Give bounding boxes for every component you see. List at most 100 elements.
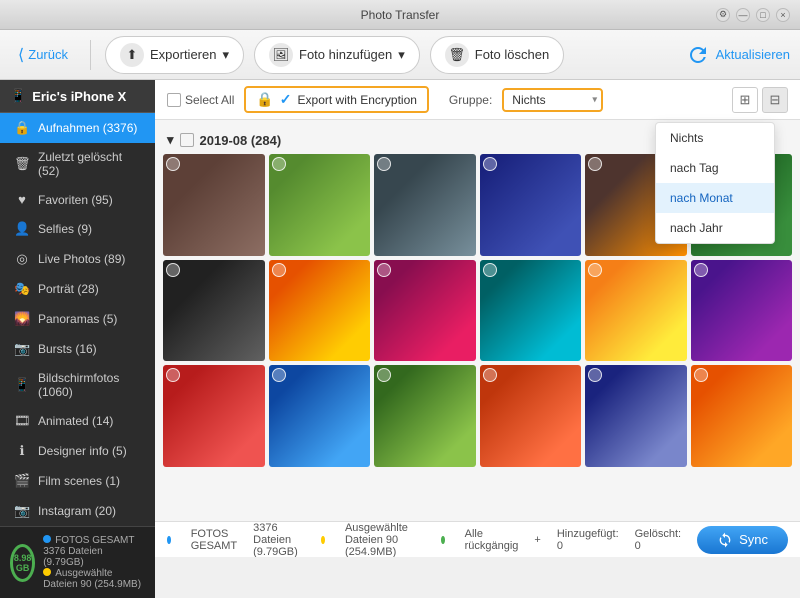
photo-check-14 bbox=[272, 368, 286, 382]
designer-label: Designer info (5) bbox=[38, 444, 127, 458]
sidebar-item-bursts[interactable]: 📷 Bursts (16) bbox=[0, 334, 155, 364]
group-checkbox[interactable] bbox=[180, 133, 194, 147]
content-toolbar: Select All 🔒 ✓ Export with Encryption Gr… bbox=[155, 80, 800, 120]
dateien-label: 3376 Dateien (9.79GB) bbox=[253, 522, 305, 558]
photo-cell-16[interactable] bbox=[480, 365, 582, 467]
checkbox-icon bbox=[167, 93, 181, 107]
photo-cell-9[interactable] bbox=[374, 260, 476, 362]
photo-check-12 bbox=[694, 263, 708, 277]
sidebar-item-portraet[interactable]: 🎭 Porträt (28) bbox=[0, 274, 155, 304]
sync-button[interactable]: Sync bbox=[697, 526, 788, 554]
photo-cell-1[interactable] bbox=[163, 154, 265, 256]
sidebar-item-aufnahmen[interactable]: 🔒 Aufnahmen (3376) bbox=[0, 113, 155, 143]
list-view-button[interactable]: ⊟ bbox=[762, 87, 788, 113]
add-photo-button[interactable]: 🖼 Foto hinzufügen ▾ bbox=[254, 36, 420, 74]
photo-check-18 bbox=[694, 368, 708, 382]
dropdown-option-nichts[interactable]: Nichts bbox=[656, 123, 774, 153]
gruppe-select[interactable]: Nichts nach Tag nach Monat nach Jahr bbox=[502, 88, 603, 112]
back-button[interactable]: ⟨ Zurück bbox=[10, 41, 76, 69]
dropdown-option-nach-monat[interactable]: nach Monat bbox=[656, 183, 774, 213]
sidebar-item-geloescht[interactable]: 🗑 Zuletzt gelöscht (52) bbox=[0, 143, 155, 185]
select-all-checkbox[interactable]: Select All bbox=[167, 93, 234, 107]
ausgewaehlt-status: Ausgewählte Dateien 90 (254.9MB) bbox=[345, 522, 425, 558]
minimize-button[interactable]: — bbox=[736, 8, 750, 22]
gruppe-dropdown: Nichts nach Tag nach Monat nach Jahr bbox=[655, 122, 775, 244]
photo-cell-18[interactable] bbox=[691, 365, 793, 467]
encryption-checkbox[interactable]: 🔒 ✓ Export with Encryption bbox=[244, 86, 429, 113]
delete-photo-label: Foto löschen bbox=[475, 47, 549, 62]
sidebar-item-selfies[interactable]: 👤 Selfies (9) bbox=[0, 214, 155, 244]
photo-cell-15[interactable] bbox=[374, 365, 476, 467]
sidebar-item-bildschirm[interactable]: 📱 Bildschirmfotos (1060) bbox=[0, 364, 155, 406]
free-amount: 8.98 bbox=[14, 553, 32, 563]
photo-cell-8[interactable] bbox=[269, 260, 371, 362]
portraet-icon: 🎭 bbox=[14, 281, 30, 297]
sidebar-item-favoriten[interactable]: ♥ Favoriten (95) bbox=[0, 185, 155, 214]
refresh-label: Aktualisieren bbox=[716, 47, 790, 62]
back-label: Zurück bbox=[28, 47, 68, 62]
gruppe-dropdown-wrapper[interactable]: Nichts nach Tag nach Monat nach Jahr ▾ bbox=[502, 88, 603, 112]
settings-icon[interactable]: ⚙ bbox=[716, 8, 730, 22]
content-area: Select All 🔒 ✓ Export with Encryption Gr… bbox=[155, 80, 800, 557]
photo-cell-2[interactable] bbox=[269, 154, 371, 256]
sidebar-item-instagram[interactable]: 📷 Instagram (20) bbox=[0, 496, 155, 526]
selfies-label: Selfies (9) bbox=[38, 222, 92, 236]
photo-check-13 bbox=[166, 368, 180, 382]
sidebar-item-panoramas[interactable]: 🌄 Panoramas (5) bbox=[0, 304, 155, 334]
alle-rueckgaengig-label: Alle rückgängig bbox=[465, 528, 519, 552]
photo-cell-7[interactable] bbox=[163, 260, 265, 362]
sidebar-item-live[interactable]: ◎ Live Photos (89) bbox=[0, 244, 155, 274]
geloescht-icon: 🗑 bbox=[14, 156, 30, 172]
back-arrow-icon: ⟨ bbox=[18, 45, 24, 65]
delete-photo-button[interactable]: 🗑 Foto löschen bbox=[430, 36, 564, 74]
live-icon: ◎ bbox=[14, 251, 30, 267]
sync-label: Sync bbox=[739, 532, 768, 547]
title-bar: Photo Transfer ⚙ — □ × bbox=[0, 0, 800, 30]
photo-cell-12[interactable] bbox=[691, 260, 793, 362]
sidebar-item-animated[interactable]: 🎞 Animated (14) bbox=[0, 406, 155, 436]
dropdown-option-nach-tag[interactable]: nach Tag bbox=[656, 153, 774, 183]
photo-cell-17[interactable] bbox=[585, 365, 687, 467]
maximize-button[interactable]: □ bbox=[756, 8, 770, 22]
hinzugefuegt-label: Hinzugefügt: 0 bbox=[557, 528, 619, 552]
add-dropdown-icon: ▾ bbox=[398, 47, 405, 63]
selfies-icon: 👤 bbox=[14, 221, 30, 237]
sidebar-item-film[interactable]: 🎬 Film scenes (1) bbox=[0, 466, 155, 496]
photo-cell-11[interactable] bbox=[585, 260, 687, 362]
ausgewaehlt-label: Ausgewählte Dateien 90 (254.9MB) bbox=[43, 568, 141, 590]
blue-dot bbox=[167, 536, 171, 544]
photo-check-9 bbox=[377, 263, 391, 277]
photo-cell-14[interactable] bbox=[269, 365, 371, 467]
gruppe-label: Gruppe: bbox=[449, 93, 492, 107]
photo-cell-4[interactable] bbox=[480, 154, 582, 256]
yellow-dot bbox=[321, 536, 325, 544]
delete-photo-icon: 🗑 bbox=[445, 43, 469, 67]
photo-cell-10[interactable] bbox=[480, 260, 582, 362]
film-icon: 🎬 bbox=[14, 473, 30, 489]
export-button[interactable]: ⬆ Exportieren ▾ bbox=[105, 36, 244, 74]
dateien-count: 3376 Dateien (9.79GB) bbox=[43, 546, 145, 568]
window-controls: ⚙ — □ × bbox=[716, 8, 790, 22]
free-unit: GB bbox=[16, 563, 30, 573]
photo-check-1 bbox=[166, 157, 180, 171]
refresh-button[interactable]: Aktualisieren bbox=[686, 43, 790, 67]
photo-cell-3[interactable] bbox=[374, 154, 476, 256]
device-icon: 📱 bbox=[10, 88, 26, 104]
favoriten-icon: ♥ bbox=[14, 192, 30, 207]
encryption-label: Export with Encryption bbox=[298, 93, 417, 107]
dropdown-option-nach-jahr[interactable]: nach Jahr bbox=[656, 213, 774, 243]
grid-view-button[interactable]: ⊞ bbox=[732, 87, 758, 113]
photo-cell-13[interactable] bbox=[163, 365, 265, 467]
photo-check-10 bbox=[483, 263, 497, 277]
check-icon: ✓ bbox=[280, 91, 292, 108]
photo-check-15 bbox=[377, 368, 391, 382]
sidebar-item-designer[interactable]: ℹ Designer info (5) bbox=[0, 436, 155, 466]
group-expand-icon[interactable]: ▾ bbox=[167, 132, 174, 148]
close-button[interactable]: × bbox=[776, 8, 790, 22]
status-bar: FOTOS GESAMT 3376 Dateien (9.79GB) Ausge… bbox=[155, 521, 800, 557]
add-photo-label: Foto hinzufügen bbox=[299, 47, 392, 62]
instagram-icon: 📷 bbox=[14, 503, 30, 519]
select-all-label: Select All bbox=[185, 93, 234, 107]
green-dot bbox=[441, 536, 445, 544]
bursts-label: Bursts (16) bbox=[38, 342, 97, 356]
